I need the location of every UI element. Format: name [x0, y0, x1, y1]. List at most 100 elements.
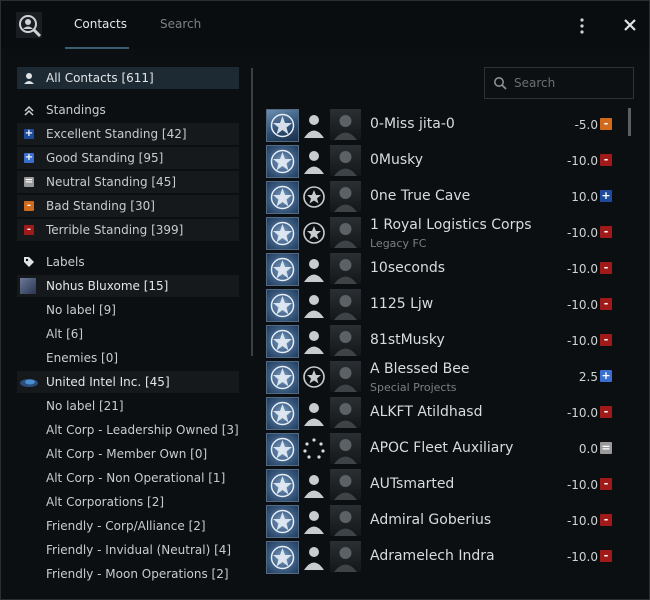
search-placeholder: Search	[514, 76, 556, 90]
label-item[interactable]: Alt [6]	[17, 323, 239, 345]
label-group-nohus-bluxome[interactable]: Nohus Bluxome [15]	[17, 275, 239, 297]
label-item[interactable]: Alt Corp - Leadership Owned [3]	[17, 419, 239, 441]
label-text: Enemies [0]	[46, 351, 119, 365]
label-item[interactable]: Alt Corp - Non Operational [1]	[17, 467, 239, 489]
bad-standing-icon: -	[24, 201, 34, 211]
labels-section-header[interactable]: Labels	[17, 251, 239, 273]
close-icon[interactable]	[622, 17, 638, 33]
terrible-standing-icon: -	[600, 262, 612, 274]
sidebar-item-excellent-standing[interactable]: + Excellent Standing [42]	[17, 123, 239, 145]
owner-corporation-logo	[266, 253, 299, 286]
contact-row[interactable]: A Blessed Bee Special Projects 2.5 +	[264, 359, 630, 395]
label-item[interactable]: Friendly - Corp/Alliance [2]	[17, 515, 239, 537]
label-item[interactable]: Alt Corporations [2]	[17, 491, 239, 513]
owner-corporation-logo	[266, 181, 299, 214]
alliance-type-icon	[303, 186, 325, 208]
contact-subtitle: Legacy FC	[370, 237, 427, 250]
neutral-standing-icon: =	[24, 176, 34, 187]
label-item[interactable]: No label [9]	[17, 299, 239, 321]
owner-corporation-logo	[266, 361, 299, 394]
contact-row[interactable]: Admiral Goberius -10.0-	[264, 503, 630, 539]
label-text: Alt Corp - Leadership Owned [3]	[46, 423, 239, 437]
standing-value: 10.0	[571, 190, 598, 204]
label-text: Friendly - Invidual (Neutral) [4]	[46, 543, 232, 557]
label-text: Friendly - Corp/Alliance [2]	[46, 519, 206, 533]
tab-search[interactable]: Search	[160, 17, 201, 31]
label-text: No label [21]	[46, 399, 124, 413]
label-group-united-intel[interactable]: United Intel Inc. [45]	[17, 371, 239, 393]
contact-name: Admiral Goberius	[370, 512, 492, 528]
contact-row[interactable]: 81stMusky -10.0-	[264, 323, 630, 359]
label-item[interactable]: Enemies [0]	[17, 347, 239, 369]
contact-row[interactable]: ALKFT Atildhasd -10.0-	[264, 395, 630, 431]
label-item[interactable]: Alt Corp - Member Own [0]	[17, 443, 239, 465]
sidebar-item-good-standing[interactable]: + Good Standing [95]	[17, 147, 239, 169]
search-icon	[494, 77, 507, 90]
good-standing-icon: +	[600, 369, 612, 382]
standing-value: -10.0	[566, 406, 598, 420]
sidebar-scrollbar[interactable]	[251, 68, 253, 356]
label-item[interactable]: Friendly - Invidual (Neutral) [4]	[17, 539, 239, 561]
standing-value: -10.0	[566, 550, 598, 564]
contact-row[interactable]: 0-Miss jita-0 -5.0-	[264, 107, 630, 143]
contact-portrait	[330, 361, 361, 392]
standings-section-header[interactable]: Standings	[17, 99, 239, 121]
character-type-icon	[304, 259, 324, 282]
person-icon	[24, 73, 34, 84]
owner-corporation-logo	[266, 433, 299, 466]
standing-value: -10.0	[566, 298, 598, 312]
search-field[interactable]: Search	[484, 67, 634, 99]
excellent-standing-icon: +	[600, 189, 612, 202]
tab-contacts[interactable]: Contacts	[74, 17, 127, 31]
bad-standing-icon: -	[600, 118, 612, 130]
character-type-icon	[304, 403, 324, 426]
contact-portrait	[330, 145, 361, 176]
owner-corporation-logo	[266, 505, 299, 538]
sidebar-item-neutral-standing[interactable]: = Neutral Standing [45]	[17, 171, 239, 193]
owner-corporation-logo	[266, 397, 299, 430]
standing-value: -10.0	[566, 514, 598, 528]
sidebar-item-bad-standing[interactable]: - Bad Standing [30]	[17, 195, 239, 217]
character-type-icon	[304, 475, 324, 498]
terrible-standing-icon: -	[600, 298, 612, 310]
terrible-standing-icon: -	[24, 225, 34, 235]
section-label: Labels	[46, 255, 85, 269]
label-text: Alt Corp - Non Operational [1]	[46, 471, 226, 485]
section-label: Standings	[46, 103, 106, 117]
standing-value: -10.0	[566, 478, 598, 492]
contact-row[interactable]: 0Musky -10.0-	[264, 143, 630, 179]
tag-icon	[24, 257, 34, 267]
owner-corporation-logo	[266, 541, 299, 574]
corporation-logo-icon	[20, 379, 38, 387]
terrible-standing-icon: -	[600, 154, 612, 166]
contact-name: APOC Fleet Auxiliary	[370, 440, 514, 456]
standing-value: -10.0	[566, 334, 598, 348]
label-item[interactable]: No label [21]	[17, 395, 239, 417]
label-text: No label [9]	[46, 303, 116, 317]
more-options-icon[interactable]	[577, 17, 587, 35]
contact-row[interactable]: AUTsmarted -10.0-	[264, 467, 630, 503]
contact-row[interactable]: 1 Royal Logistics Corps Legacy FC -10.0-	[264, 215, 630, 251]
contact-portrait	[330, 109, 361, 140]
contact-portrait	[330, 541, 361, 572]
sidebar-item-terrible-standing[interactable]: - Terrible Standing [399]	[17, 219, 239, 241]
contact-portrait	[330, 397, 361, 428]
contact-name: 1 Royal Logistics Corps	[370, 217, 532, 233]
contact-row[interactable]: 1125 Ljw -10.0-	[264, 287, 630, 323]
terrible-standing-icon: -	[600, 478, 612, 490]
sidebar-item-all-contacts[interactable]: All Contacts [611]	[17, 67, 239, 89]
sidebar-item-label: Excellent Standing [42]	[46, 127, 187, 141]
contact-row[interactable]: 10seconds -10.0-	[264, 251, 630, 287]
sidebar-item-label: Bad Standing [30]	[46, 199, 155, 213]
contact-name: 0ne True Cave	[370, 188, 471, 204]
contact-name: A Blessed Bee	[370, 361, 470, 377]
double-chevron-up-icon	[24, 105, 34, 116]
contact-row[interactable]: 0ne True Cave 10.0 +	[264, 179, 630, 215]
contact-row[interactable]: APOC Fleet Auxiliary 0.0 =	[264, 431, 630, 467]
contact-portrait	[330, 325, 361, 356]
owner-corporation-logo	[266, 109, 299, 142]
contact-list-scrollbar[interactable]	[628, 108, 631, 136]
standing-value: 0.0	[578, 442, 598, 456]
label-item[interactable]: Friendly - Moon Operations [2]	[17, 563, 239, 585]
contact-row[interactable]: Adramelech Indra -10.0-	[264, 539, 630, 575]
